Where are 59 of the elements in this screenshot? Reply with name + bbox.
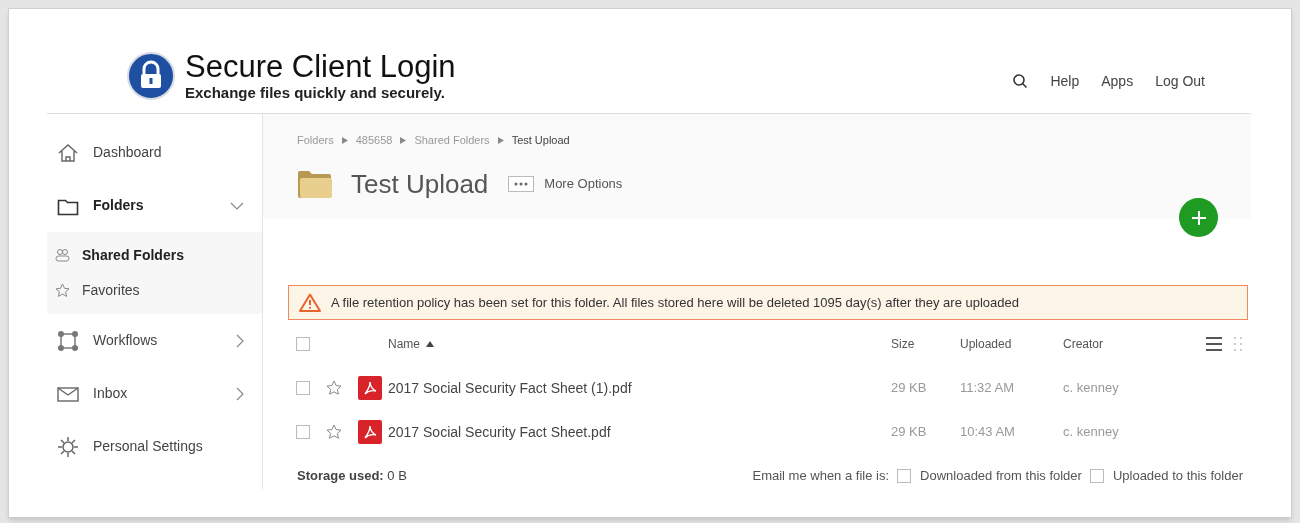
lock-logo-icon xyxy=(127,52,175,100)
sidebar-item[interactable]: Inbox xyxy=(47,367,262,420)
file-link[interactable]: 2017 Social Security Fact Sheet.pdf xyxy=(388,421,891,443)
table-cell-text: 10:43 AM xyxy=(960,423,1016,442)
file-link[interactable]: 2017 Social Security Fact Sheet (1).pdf xyxy=(388,377,891,399)
people-icon xyxy=(55,248,70,263)
option-label: Downloaded from this folder xyxy=(920,467,1082,485)
separator-icon xyxy=(400,136,407,144)
table-cell-text: c. kenney xyxy=(1063,423,1120,442)
table-cell-text: c. kenney xyxy=(1063,379,1120,398)
pdf-icon xyxy=(358,376,382,400)
pdf-icon xyxy=(358,420,382,444)
checkbox[interactable] xyxy=(897,468,912,483)
workflow-icon xyxy=(57,329,79,352)
storage-usage: Storage used: 0 B xyxy=(297,467,407,485)
folder-title: Test Upload xyxy=(351,167,489,201)
column-header[interactable]: Uploaded xyxy=(960,335,1012,353)
column-header[interactable]: Name xyxy=(388,335,434,353)
submenu-item[interactable]: Shared Folders xyxy=(47,238,262,273)
table-cell-text: 29 KB xyxy=(891,423,928,442)
warning-icon xyxy=(299,293,321,312)
site-tagline: Exchange files quickly and securely. xyxy=(185,84,446,102)
checkbox[interactable] xyxy=(1089,468,1104,483)
sidebar-item[interactable]: Dashboard xyxy=(47,126,262,179)
sidebar-item[interactable]: Personal Settings xyxy=(47,420,262,473)
option-label: Uploaded to this folder xyxy=(1112,467,1243,485)
submenu-item[interactable]: Favorites xyxy=(47,273,262,308)
more-icon xyxy=(508,176,535,192)
folder-icon xyxy=(297,169,333,199)
retention-alert: A file retention policy has been set for this folder. All files stored here will be deleted 1095 day(s) after they are uploaded xyxy=(288,285,1248,320)
breadcrumb-link[interactable]: Test Upload xyxy=(511,132,570,149)
gear-icon xyxy=(57,435,79,458)
header-link[interactable]: Log Out xyxy=(1155,70,1205,92)
search-icon[interactable] xyxy=(1012,73,1029,89)
separator-icon xyxy=(497,136,504,144)
email-label: Email me when a file is: xyxy=(752,467,890,485)
sidebar-item[interactable]: Folders xyxy=(47,179,262,232)
site-title: Secure Client Login xyxy=(185,50,456,84)
checkbox[interactable] xyxy=(296,425,310,439)
header-link[interactable]: Help xyxy=(1050,70,1080,92)
plus-icon xyxy=(1190,209,1207,226)
separator-icon xyxy=(341,136,348,144)
star-icon[interactable] xyxy=(326,380,342,396)
chevron-icon xyxy=(236,333,244,348)
table-cell-text: 29 KB xyxy=(891,379,928,398)
star-icon xyxy=(55,283,70,298)
checkbox[interactable] xyxy=(296,337,310,351)
star-icon[interactable] xyxy=(326,424,342,440)
column-header[interactable]: Size xyxy=(891,335,915,353)
header-link[interactable]: Apps xyxy=(1101,70,1134,92)
column-header[interactable]: Creator xyxy=(1063,335,1103,353)
chevron-icon xyxy=(236,386,244,401)
more-options-button[interactable]: More Options xyxy=(508,174,623,194)
table-cell-text: 11:32 AM xyxy=(960,379,1015,398)
list-view-icon xyxy=(1206,336,1222,352)
checkbox[interactable] xyxy=(296,381,310,395)
grid-view-icon xyxy=(1234,336,1242,352)
sidebar-item[interactable]: Workflows xyxy=(47,314,262,367)
chevron-icon xyxy=(230,201,244,210)
